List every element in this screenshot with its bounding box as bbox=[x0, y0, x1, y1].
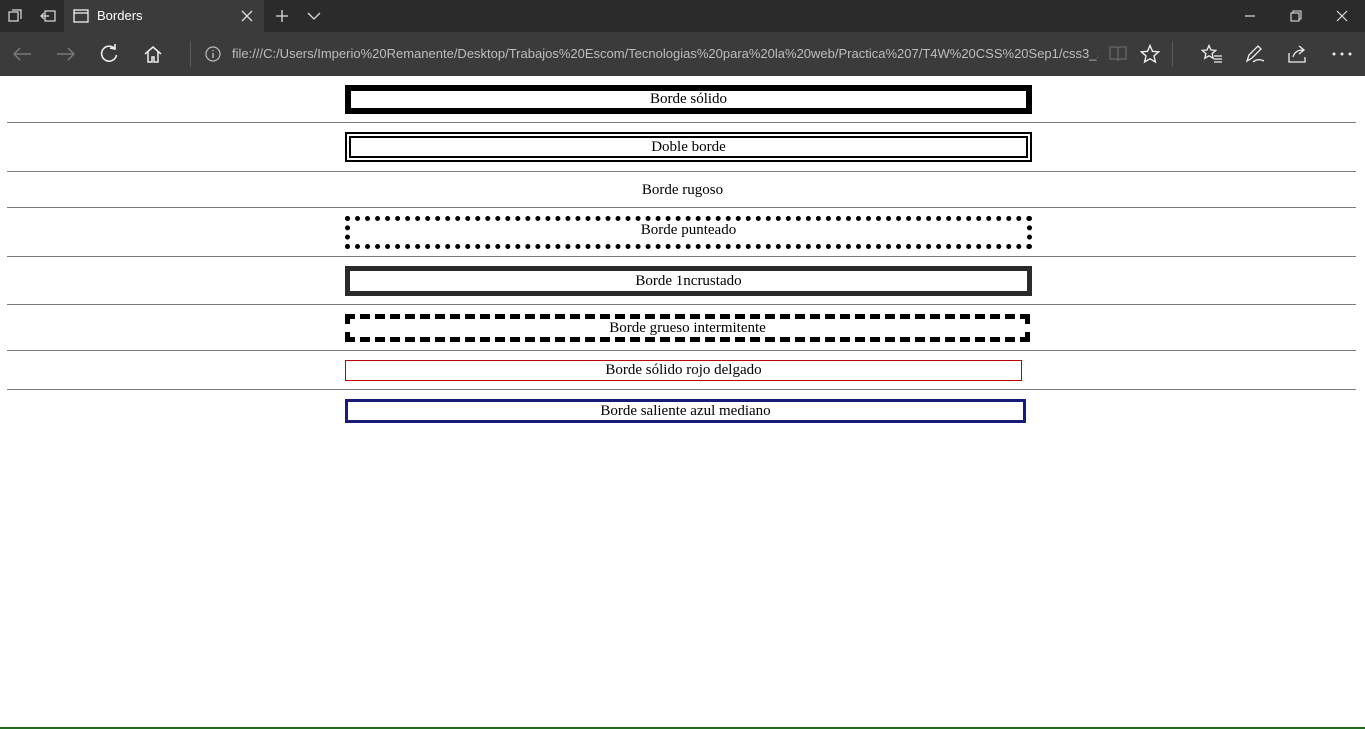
more-icon[interactable] bbox=[1320, 32, 1364, 76]
tab-borders[interactable]: Borders bbox=[64, 0, 264, 32]
inset-border-box: Borde 1ncrustado bbox=[345, 266, 1032, 296]
title-bar: Borders bbox=[0, 0, 1365, 32]
chevron-down-icon[interactable] bbox=[300, 0, 328, 32]
divider bbox=[7, 122, 1356, 123]
favorites-icon[interactable] bbox=[1190, 32, 1234, 76]
star-icon[interactable] bbox=[1128, 32, 1172, 76]
refresh-icon[interactable] bbox=[87, 32, 131, 76]
info-icon[interactable] bbox=[205, 46, 221, 67]
double-border-box: Doble borde bbox=[345, 132, 1032, 162]
address-bar[interactable]: file:///C:/Users/Imperio%20Remanente/Des… bbox=[196, 39, 1106, 69]
set-tabs-aside-icon[interactable] bbox=[33, 0, 63, 32]
dashed-border-box: Borde grueso intermitente bbox=[345, 314, 1030, 342]
page-content: Borde sólido Doble borde Borde rugoso Bo… bbox=[0, 76, 1365, 729]
divider bbox=[7, 256, 1356, 257]
new-tab-icon[interactable] bbox=[268, 0, 296, 32]
navigation-bar: file:///C:/Users/Imperio%20Remanente/Des… bbox=[0, 32, 1365, 76]
minimize-icon[interactable] bbox=[1228, 0, 1272, 32]
divider bbox=[1172, 41, 1173, 67]
share-icon[interactable] bbox=[1276, 32, 1320, 76]
groove-border-box: Borde rugoso bbox=[641, 181, 724, 198]
divider bbox=[7, 304, 1356, 305]
outset-blue-border-box: Borde saliente azul mediano bbox=[345, 399, 1026, 423]
divider bbox=[7, 207, 1356, 208]
divider bbox=[7, 350, 1356, 351]
restore-icon[interactable] bbox=[1274, 0, 1318, 32]
thin-red-border-box: Borde sólido rojo delgado bbox=[345, 360, 1022, 381]
divider bbox=[190, 41, 191, 67]
back-icon[interactable] bbox=[0, 32, 44, 76]
tab-manager-icon[interactable] bbox=[0, 0, 30, 32]
tab-title: Borders bbox=[97, 8, 143, 23]
pen-icon[interactable] bbox=[1233, 32, 1277, 76]
divider bbox=[7, 389, 1356, 390]
address-text: file:///C:/Users/Imperio%20Remanente/Des… bbox=[232, 46, 1098, 61]
page-icon bbox=[73, 9, 89, 28]
solid-border-box: Borde sólido bbox=[345, 85, 1032, 114]
close-window-icon[interactable] bbox=[1320, 0, 1364, 32]
home-icon[interactable] bbox=[131, 32, 175, 76]
close-tab-icon[interactable] bbox=[236, 0, 258, 32]
forward-icon[interactable] bbox=[44, 32, 88, 76]
dotted-border-box: Borde punteado bbox=[345, 216, 1032, 249]
divider bbox=[7, 171, 1356, 172]
